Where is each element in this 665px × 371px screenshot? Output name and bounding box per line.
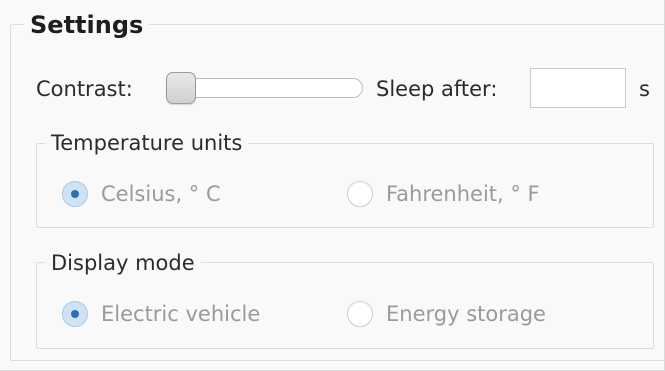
radio-unselected-icon[interactable] xyxy=(347,301,373,327)
display-mode-title: Display mode xyxy=(45,249,201,277)
temperature-units-title: Temperature units xyxy=(45,129,249,157)
settings-panel: Settings Contrast: Sleep after: s Temper… xyxy=(0,0,665,371)
contrast-label: Contrast: xyxy=(36,77,133,101)
radio-selected-icon[interactable] xyxy=(62,301,88,327)
settings-title: Settings xyxy=(24,8,150,42)
radio-electric-vehicle-label: Electric vehicle xyxy=(101,302,261,326)
radio-fahrenheit-label: Fahrenheit, ° F xyxy=(386,182,540,206)
radio-energy-storage-label: Energy storage xyxy=(386,302,546,326)
radio-electric-vehicle[interactable]: Electric vehicle xyxy=(62,300,260,328)
radio-unselected-icon[interactable] xyxy=(347,181,373,207)
radio-energy-storage[interactable]: Energy storage xyxy=(347,300,546,328)
radio-selected-icon[interactable] xyxy=(62,181,88,207)
radio-fahrenheit[interactable]: Fahrenheit, ° F xyxy=(347,180,540,208)
radio-celsius[interactable]: Celsius, ° C xyxy=(62,180,221,208)
sleep-after-label: Sleep after: xyxy=(376,77,498,101)
contrast-slider-track[interactable] xyxy=(167,78,363,98)
sleep-unit-label: s xyxy=(639,77,650,101)
sleep-after-input[interactable] xyxy=(530,68,626,108)
contrast-slider-thumb[interactable] xyxy=(166,72,196,104)
radio-celsius-label: Celsius, ° C xyxy=(101,182,221,206)
